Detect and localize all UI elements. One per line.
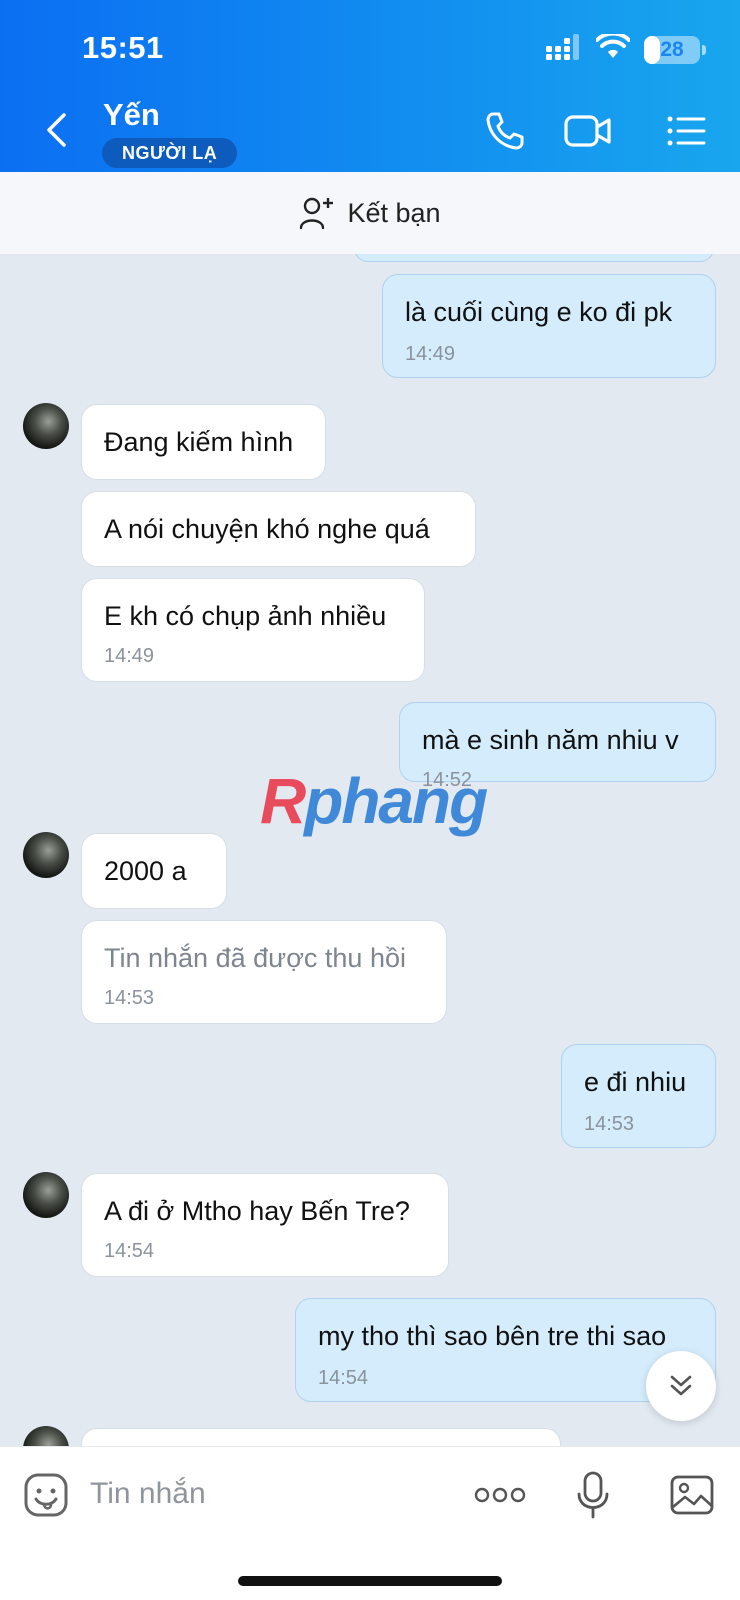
double-chevron-down-icon [670,1375,692,1396]
battery-icon: 28 [644,35,706,64]
status-icons: 28 [544,31,706,65]
message-bubble-out[interactable]: là cuối cùng e ko đi pk 14:49 [382,274,716,378]
more-options-button[interactable] [474,1469,526,1521]
gallery-button[interactable] [668,1469,716,1521]
wifi-icon [595,31,631,65]
menu-button[interactable] [662,108,710,154]
avatar[interactable] [23,403,69,449]
avatar[interactable] [23,1426,69,1446]
menu-list-icon [667,116,706,146]
video-call-button[interactable] [560,108,616,154]
add-friend-label: Kết bạn [347,197,441,228]
message-time: 14:53 [584,1113,635,1135]
message-bubble-partial[interactable] [354,254,714,262]
message-bubble-in[interactable]: A nói chuyện khó nghe quá [81,491,476,567]
message-text: my tho thì sao bên tre thi sao [318,1321,667,1351]
message-text: Đang kiếm hình [104,427,294,457]
message-bubble-in[interactable]: 2000 a [81,833,227,909]
chat-header: 15:51 28 Yến NGƯỜI LẠ [0,0,740,172]
message-text: e đi nhiu [584,1067,687,1097]
call-button[interactable] [481,108,529,154]
watermark-logo: Rphang [260,765,488,837]
recalled-message-bubble[interactable]: Tin nhắn đã được thu hồi 14:53 [81,920,447,1024]
sticker-icon [24,1473,68,1517]
message-text: 2000 a [104,856,187,886]
stranger-badge: NGƯỜI LẠ [102,138,238,168]
scroll-to-bottom-button[interactable] [646,1351,716,1421]
message-text: Tin nhắn đã được thu hồi [104,943,406,973]
message-text: mà e sinh năm nhiu v [422,725,679,755]
message-time: 14:49 [405,343,456,365]
image-icon [670,1475,714,1515]
message-bubble-in[interactable]: E kh có chụp ảnh nhiều 14:49 [81,578,425,682]
message-input[interactable]: Tin nhắn [90,1477,206,1511]
message-list[interactable]: là cuối cùng e ko đi pk 14:49 Đang kiếm … [0,254,740,1446]
status-time: 15:51 [82,30,164,65]
message-bubble-out[interactable]: e đi nhiu 14:53 [561,1044,716,1148]
message-time: 14:53 [104,987,155,1009]
message-bubble-in[interactable]: A đi ở Mtho hay Bến Tre? 14:54 [81,1173,449,1277]
message-text: là cuối cùng e ko đi pk [405,297,673,327]
battery-level: 28 [660,37,684,61]
signal-icon [544,34,582,65]
sticker-button[interactable] [22,1469,70,1521]
video-call-icon [564,115,611,147]
message-time: 14:54 [104,1240,155,1262]
message-time: 14:49 [104,645,155,667]
message-text: E kh có chụp ảnh nhiều [104,601,387,631]
phone-icon [486,112,524,150]
contact-name[interactable]: Yến [103,97,160,133]
avatar[interactable] [23,832,69,878]
avatar[interactable] [23,1172,69,1218]
back-button[interactable] [36,108,76,152]
message-bubble-partial[interactable] [81,1428,561,1446]
add-user-icon [300,197,334,230]
message-bubble-in[interactable]: Đang kiếm hình [81,404,326,480]
home-indicator [238,1576,502,1586]
voice-record-button[interactable] [573,1469,613,1521]
more-dots-icon [474,1487,526,1503]
add-friend-button[interactable]: Kết bạn [0,172,740,254]
microphone-icon [577,1471,609,1519]
message-text: A đi ở Mtho hay Bến Tre? [104,1196,410,1226]
message-time: 14:54 [318,1367,369,1389]
message-text: A nói chuyện khó nghe quá [104,514,430,544]
message-input-bar: Tin nhắn [0,1446,740,1600]
back-chevron-icon [47,113,66,147]
